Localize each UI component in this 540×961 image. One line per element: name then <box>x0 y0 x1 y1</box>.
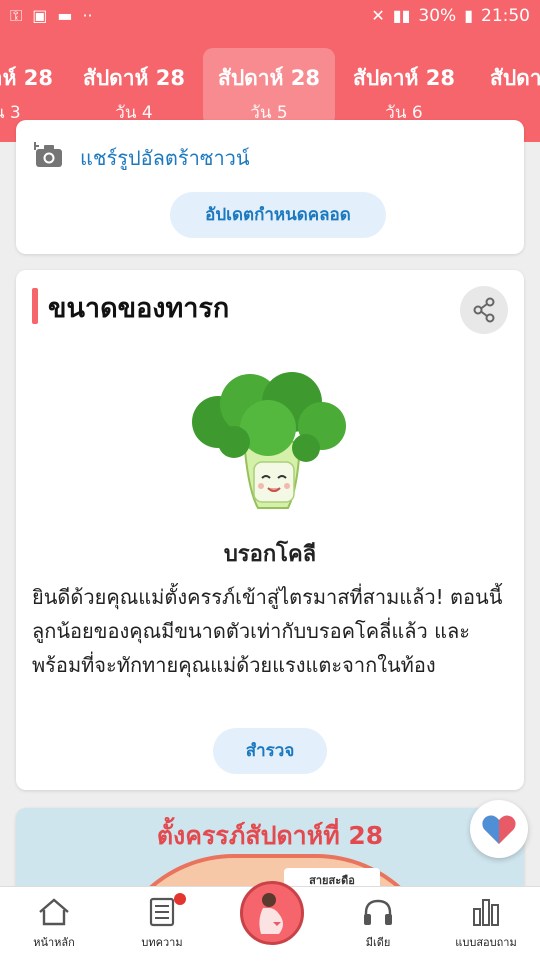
heart-icon <box>482 815 516 844</box>
broccoli-illustration <box>192 372 346 509</box>
pregnant-mother-icon <box>259 893 283 934</box>
title-accent-bar <box>32 288 38 324</box>
tab-week-label: สัปดาห์ 28 <box>83 66 185 90</box>
battery-icon: ▮ <box>464 6 473 25</box>
notification-badge <box>174 893 186 905</box>
mute-icon: ✕ <box>371 6 385 25</box>
nav-label: แบบสอบถาม <box>455 936 517 949</box>
baby-size-description: ยินดีด้วยคุณแม่ตั้งครรภ์เข้าสู่ไตรมาสที่… <box>32 585 503 677</box>
tab-week28-day5[interactable]: สัปดาห์ 28 วัน 5 <box>203 48 335 126</box>
ultrasound-card: แชร์รูปอัลตร้าซาวน์ อัปเดตกำหนดคลอด <box>16 120 524 254</box>
tab-week-label: สัปดาห์ 28 <box>490 66 540 90</box>
nav-home[interactable]: หน้าหลัก <box>0 887 108 961</box>
notification-icon: ▣ <box>32 6 48 25</box>
status-bar: ⚿ ▣ ▬ ·· ✕ ▮▮ 30% ▮ 21:50 <box>0 0 540 34</box>
message-icon: ▬ <box>57 6 73 25</box>
nav-media[interactable]: มีเดีย <box>324 887 432 961</box>
share-icon <box>473 297 495 323</box>
tab-week-label: สัปดาห์ 28 <box>0 66 53 90</box>
clock: 21:50 <box>481 6 530 26</box>
headphones-icon <box>364 899 392 925</box>
card-title: ขนาดของทารก <box>48 293 230 324</box>
home-icon <box>39 898 69 926</box>
nav-label: มีเดีย <box>365 936 391 949</box>
tab-week28-day6[interactable]: สัปดาห์ 28 วัน 6 <box>338 48 470 126</box>
tab-week28-day4[interactable]: สัปดาห์ 28 วัน 4 <box>68 48 200 126</box>
nav-survey[interactable]: แบบสอบถาม <box>432 887 540 961</box>
share-ultrasound-link[interactable]: แชร์รูปอัลตร้าซาวน์ <box>80 142 250 174</box>
signal-icon: ▮▮ <box>392 6 411 25</box>
add-photo-camera-icon <box>34 142 62 167</box>
explore-button[interactable]: สำรวจ <box>213 728 327 774</box>
baby-size-card: ขนาดของทารก บรอกโคลี ยินดีด้วยคุณแม่ตั้ง… <box>16 270 524 790</box>
poll-icon <box>473 899 499 926</box>
tab-week-label: สัปดาห์ 28 <box>353 66 455 90</box>
tab-week28-day7[interactable]: สัปดาห์ 28 <box>474 48 540 126</box>
tab-week28-day3[interactable]: สัปดาห์ 28 วัน 3 <box>0 48 68 126</box>
promo-title: ตั้งครรภ์สัปดาห์ที่ 28 <box>156 821 384 850</box>
share-button[interactable] <box>460 286 508 334</box>
nav-label: หน้าหลัก <box>33 936 75 949</box>
key-icon: ⚿ <box>10 6 23 25</box>
battery-percent: 30% <box>418 6 457 26</box>
nav-articles[interactable]: บทความ <box>108 887 216 961</box>
tab-week-label: สัปดาห์ 28 <box>218 66 320 90</box>
nav-pregnancy-center[interactable] <box>240 881 304 945</box>
fruit-name: บรอกโคลี <box>223 542 317 567</box>
bottom-navigation: หน้าหลัก บทความ มีเดีย แบบสอบถาม <box>0 881 540 961</box>
heart-floating-button[interactable] <box>470 800 528 858</box>
update-due-date-button[interactable]: อัปเดตกำหนดคลอด <box>170 192 386 238</box>
nav-label: บทความ <box>141 936 183 949</box>
more-dots-icon: ·· <box>82 6 93 25</box>
